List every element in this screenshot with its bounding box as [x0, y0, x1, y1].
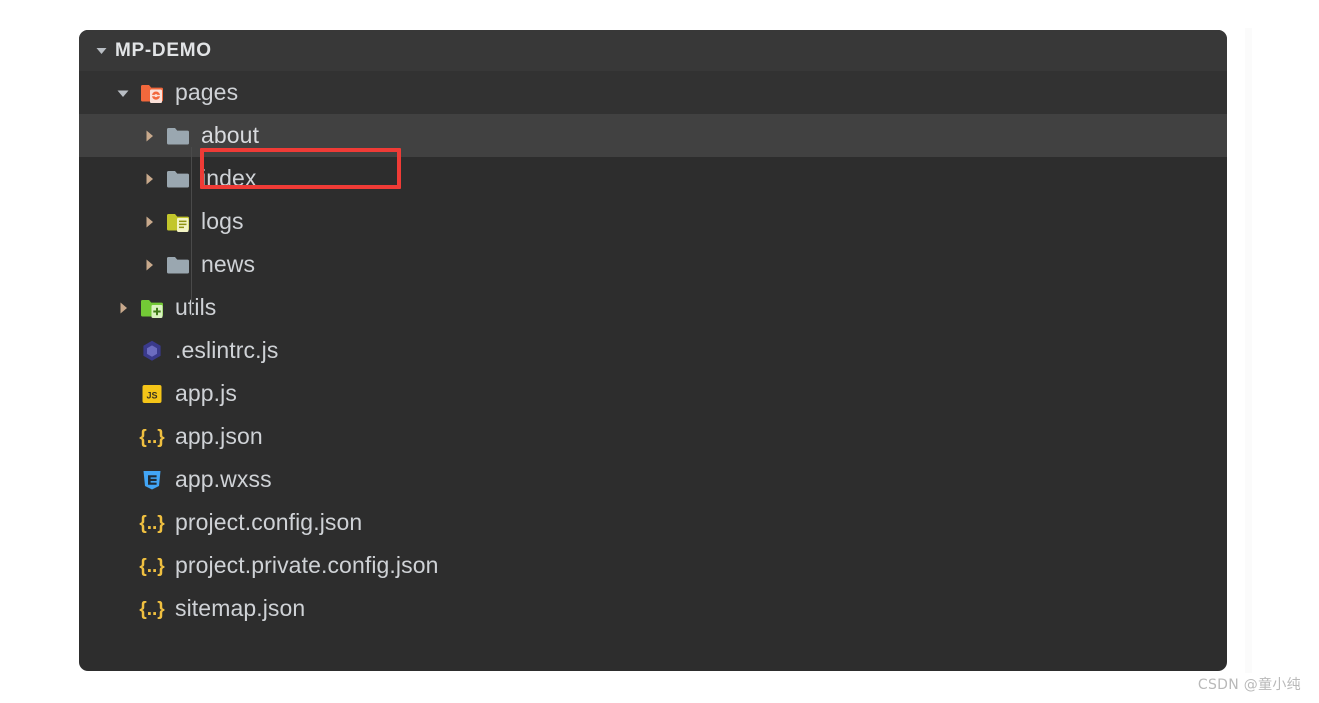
svg-text:{..}: {..} [139, 599, 165, 620]
tree-row-eslintrc-js[interactable]: .eslintrc.js [79, 329, 1227, 372]
chevron-right-icon[interactable] [135, 129, 163, 143]
tree-item-label: app.json [175, 423, 263, 449]
json-icon: {..} [137, 555, 167, 577]
tree-item-label: sitemap.json [175, 595, 306, 621]
folder-icon [163, 168, 193, 190]
tree-row-sitemap-json[interactable]: {..} sitemap.json [79, 587, 1227, 630]
tree-item-label: news [201, 251, 256, 277]
chevron-down-icon[interactable] [87, 44, 115, 57]
chevron-right-icon[interactable] [135, 215, 163, 229]
folder-utils-icon [137, 297, 167, 319]
tree-row-app-js[interactable]: JS app.js [79, 372, 1227, 415]
tree-row-pages[interactable]: pages [79, 71, 1227, 114]
tree-item-label: app.js [175, 380, 237, 406]
indent-guide-line [191, 147, 192, 316]
tree-item-label: logs [201, 208, 244, 234]
tree-item-label: project.private.config.json [175, 552, 439, 578]
eslint-icon [137, 340, 167, 362]
tree-row-app-json[interactable]: {..} app.json [79, 415, 1227, 458]
panel-right-rule [1245, 28, 1252, 673]
svg-text:{..}: {..} [139, 556, 165, 577]
tree-row-app-wxss[interactable]: app.wxss [79, 458, 1227, 501]
javascript-icon: JS [137, 383, 167, 405]
tree-item-label: app.wxss [175, 466, 272, 492]
tree-row-utils[interactable]: utils [79, 286, 1227, 329]
json-icon: {..} [137, 426, 167, 448]
folder-icon [163, 254, 193, 276]
chevron-right-icon[interactable] [109, 301, 137, 315]
tree-row-about[interactable]: about [79, 114, 1227, 157]
tree-row-project-private-config-json[interactable]: {..} project.private.config.json [79, 544, 1227, 587]
tree-row-project-config-json[interactable]: {..} project.config.json [79, 501, 1227, 544]
json-icon: {..} [137, 512, 167, 534]
svg-text:{..}: {..} [139, 427, 165, 448]
project-root-label: MP-DEMO [115, 40, 212, 61]
tree-item-label: index [201, 165, 257, 191]
watermark-text: CSDN @童小纯 [1197, 677, 1301, 693]
svg-text:{..}: {..} [139, 513, 165, 534]
svg-text:JS: JS [146, 390, 157, 400]
tree-row-root[interactable]: MP-DEMO [79, 30, 1227, 71]
file-explorer-panel: MP-DEMO pages about index logs news utils .esl… [79, 30, 1227, 671]
screenshot-root: MP-DEMO pages about index logs news utils .esl… [0, 0, 1319, 703]
tree-item-label: project.config.json [175, 509, 363, 535]
tree-row-logs[interactable]: logs [79, 200, 1227, 243]
css-icon [137, 469, 167, 491]
chevron-right-icon[interactable] [135, 172, 163, 186]
tree-row-news[interactable]: news [79, 243, 1227, 286]
tree-item-label: utils [175, 294, 217, 320]
folder-logs-icon [163, 211, 193, 233]
tree-item-label: pages [175, 79, 239, 105]
folder-pages-icon [137, 82, 167, 104]
tree-row-index[interactable]: index [79, 157, 1227, 200]
tree-item-label: .eslintrc.js [175, 337, 279, 363]
chevron-right-icon[interactable] [135, 258, 163, 272]
folder-icon [163, 125, 193, 147]
json-icon: {..} [137, 598, 167, 620]
chevron-down-icon[interactable] [109, 86, 137, 100]
tree-body: pages about index logs news utils .eslintrc.js… [79, 71, 1227, 630]
tree-item-label: about [201, 122, 260, 148]
